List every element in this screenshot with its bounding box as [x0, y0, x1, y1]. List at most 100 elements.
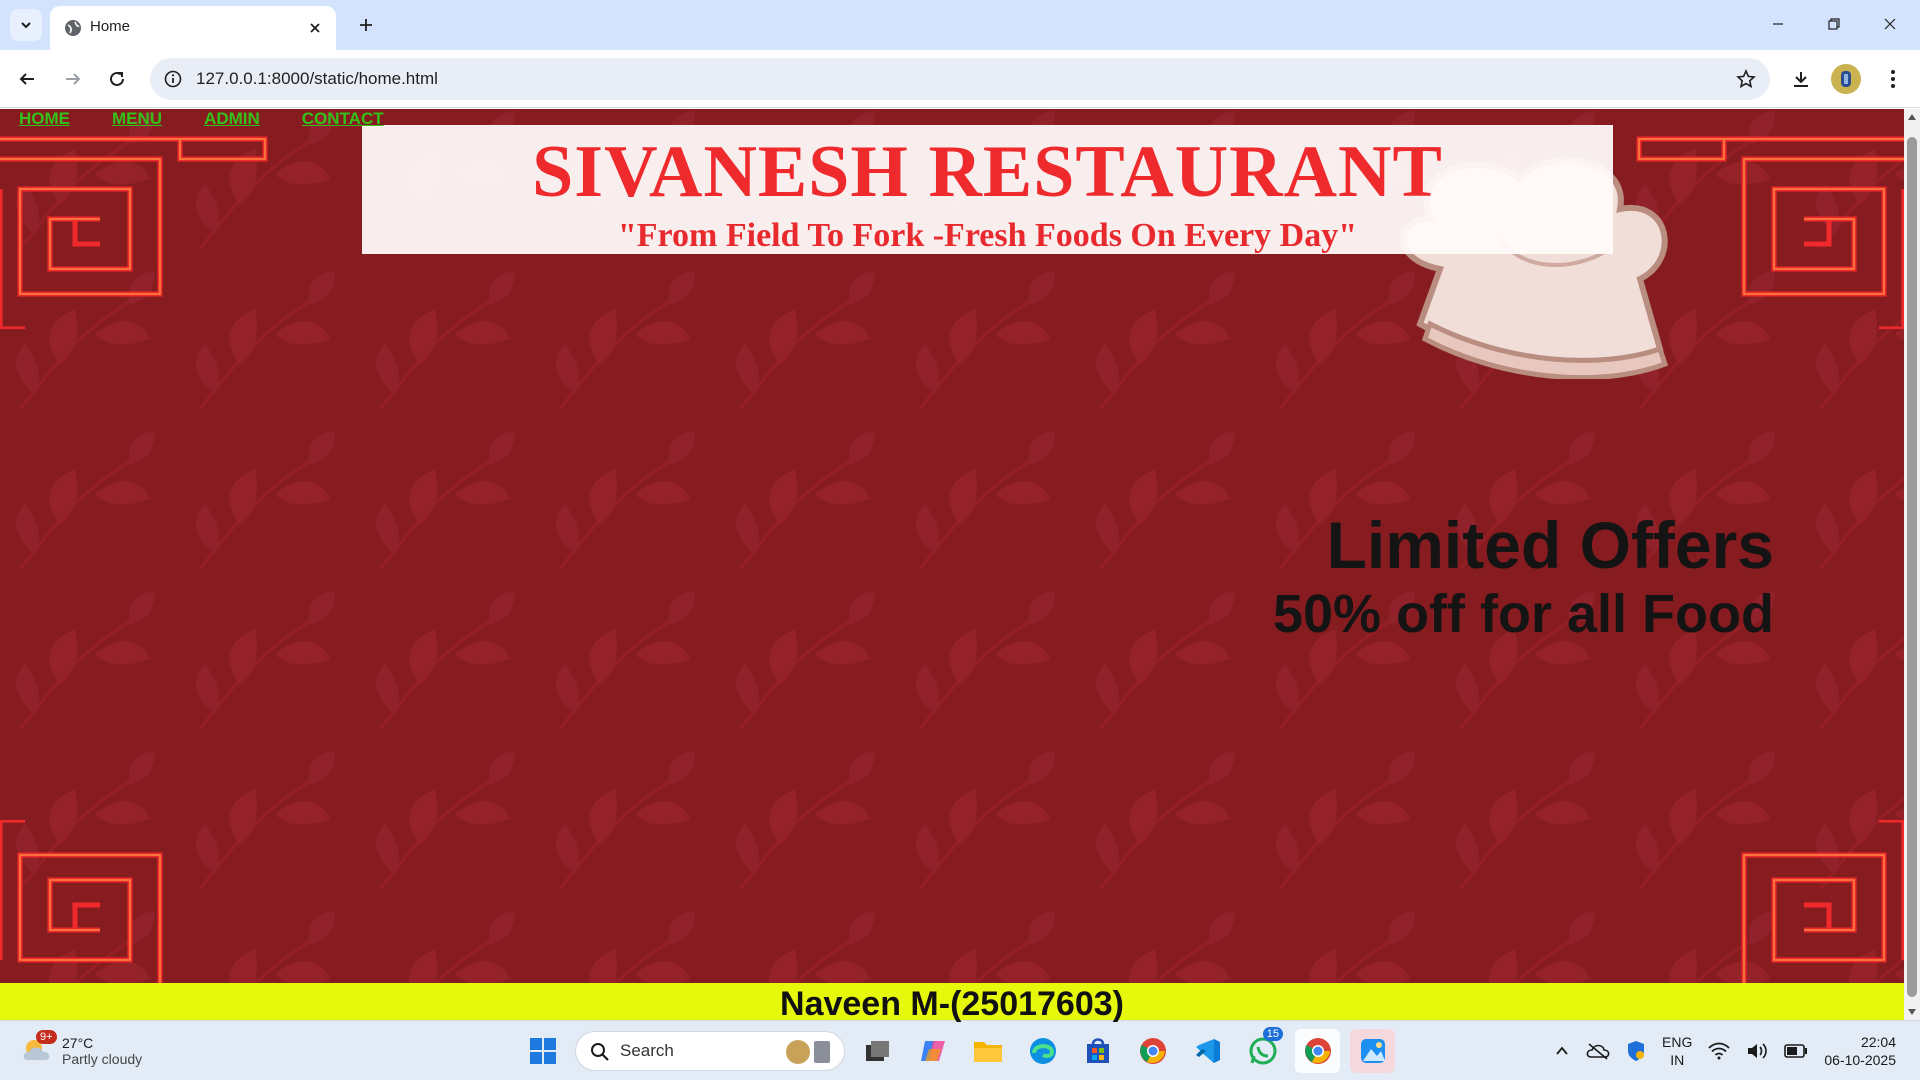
wifi-icon[interactable] [1708, 1042, 1731, 1060]
nav-link-admin[interactable]: ADMIN [204, 109, 260, 129]
nav-link-menu[interactable]: MENU [112, 109, 162, 129]
footer-text: Naveen M-(25017603) [780, 985, 1124, 1023]
battery-icon[interactable] [1784, 1044, 1808, 1058]
weather-condition: Partly cloudy [62, 1051, 143, 1067]
clock[interactable]: 22:04 06-10-2025 [1824, 1033, 1896, 1069]
search-label: Search [620, 1041, 674, 1060]
language-indicator[interactable]: ENG IN [1662, 1033, 1692, 1069]
offer-title: Limited Offers [1326, 508, 1774, 582]
chevron-down-icon [21, 22, 31, 29]
tab-home[interactable]: Home [50, 6, 336, 50]
footer-bar: Naveen M-(25017603) [0, 983, 1904, 1023]
more-vertical-icon [1891, 70, 1895, 88]
browser-toolbar: 127.0.0.1:8000/static/home.html [0, 50, 1920, 108]
close-icon [310, 23, 320, 33]
task-view-icon [865, 1041, 889, 1061]
photos-app[interactable] [1350, 1029, 1395, 1073]
plus-icon [360, 19, 372, 31]
copilot-app[interactable] [910, 1029, 955, 1073]
search-highlight-icon [786, 1040, 830, 1064]
clock-date: 06-10-2025 [1824, 1052, 1896, 1068]
language-code: ENG [1662, 1034, 1693, 1050]
weather-icon-wrap: 9+ [20, 1030, 57, 1068]
chrome-icon [1304, 1038, 1331, 1064]
close-window-button[interactable] [1862, 0, 1918, 48]
info-icon [164, 70, 182, 88]
taskbar-search[interactable]: Search [575, 1031, 845, 1071]
avatar-icon [1841, 71, 1851, 87]
download-icon [1794, 72, 1808, 87]
main-navigation: HOME MENU ADMIN CONTACT [19, 109, 384, 129]
chrome-menu-button[interactable] [1876, 62, 1910, 96]
tab-title: Home [90, 18, 131, 35]
minimize-button[interactable] [1750, 0, 1806, 48]
vscode-app[interactable] [1185, 1029, 1230, 1073]
edge-app[interactable] [1020, 1029, 1065, 1073]
weather-text: 27°C Partly cloudy [62, 1035, 142, 1067]
page-scrollbar[interactable] [1904, 109, 1920, 1020]
scroll-down-arrow-icon[interactable] [1907, 1007, 1917, 1017]
copilot-icon [920, 1041, 945, 1061]
nav-link-contact[interactable]: CONTACT [302, 109, 384, 129]
restaurant-header-banner: SIVANESH RESTAURANT "From Field To Fork … [362, 125, 1613, 254]
chrome-app-active[interactable] [1295, 1029, 1340, 1073]
edge-icon [1029, 1038, 1056, 1064]
chrome-icon [1139, 1038, 1166, 1064]
scrollbar-thumb[interactable] [1907, 137, 1917, 997]
profile-avatar[interactable] [1831, 64, 1861, 94]
new-tab-button[interactable] [350, 9, 382, 41]
security-shield-icon[interactable] [1626, 1040, 1646, 1062]
file-explorer-app[interactable] [965, 1029, 1010, 1073]
onedrive-offline-icon[interactable] [1586, 1042, 1610, 1060]
forward-button[interactable] [56, 62, 90, 96]
chrome-app[interactable] [1130, 1029, 1175, 1073]
offer-section: Limited Offers 50% off for all Food [1273, 509, 1774, 646]
address-bar[interactable]: 127.0.0.1:8000/static/home.html [150, 58, 1770, 100]
region-code: IN [1670, 1052, 1685, 1068]
reload-button[interactable] [100, 62, 134, 96]
scroll-up-arrow-icon[interactable] [1907, 112, 1917, 122]
start-button[interactable] [520, 1029, 565, 1073]
page-viewport: HOME MENU ADMIN CONTACT SIVANESH RESTAUR… [0, 109, 1904, 1020]
whatsapp-badge: 15 [1262, 1027, 1283, 1041]
close-icon [1884, 18, 1896, 30]
reload-icon [110, 71, 124, 86]
restore-icon [1828, 18, 1840, 30]
globe-icon [65, 20, 81, 36]
microsoft-store-app[interactable] [1075, 1029, 1120, 1073]
system-tray: ENG IN 22:04 06-10-2025 [1554, 1029, 1896, 1073]
corner-lattice-top-left [0, 136, 268, 329]
minimize-icon [1773, 23, 1783, 25]
taskbar-apps: Search 15 [520, 1027, 1395, 1073]
task-view-button[interactable] [855, 1029, 900, 1073]
whatsapp-app[interactable]: 15 [1240, 1027, 1285, 1073]
windows-logo-icon [529, 1038, 556, 1064]
browser-tab-strip: Home [0, 0, 1920, 50]
windows-taskbar: 9+ 27°C Partly cloudy Search 15 ENG IN 2… [0, 1020, 1920, 1080]
tab-search-button[interactable] [10, 9, 42, 41]
restaurant-name: SIVANESH RESTAURANT [532, 131, 1443, 213]
url-text[interactable]: 127.0.0.1:8000/static/home.html [196, 69, 438, 89]
weather-temperature: 27°C [62, 1035, 94, 1051]
restore-button[interactable] [1806, 0, 1862, 48]
chevron-up-icon[interactable] [1554, 1043, 1570, 1059]
site-info-button[interactable] [162, 68, 184, 90]
offer-detail: 50% off for all Food [1272, 583, 1774, 644]
star-icon [1736, 69, 1756, 89]
clock-time: 22:04 [1860, 1034, 1896, 1050]
arrow-left-icon [19, 73, 34, 85]
weather-widget[interactable]: 9+ 27°C Partly cloudy [20, 1029, 142, 1073]
downloads-button[interactable] [1784, 62, 1818, 96]
restaurant-tagline: "From Field To Fork -Fresh Foods On Ever… [617, 217, 1358, 254]
vscode-icon [1195, 1039, 1220, 1063]
arrow-right-icon [66, 73, 81, 85]
volume-icon[interactable] [1746, 1042, 1768, 1060]
close-tab-button[interactable] [304, 17, 326, 39]
store-icon [1086, 1038, 1109, 1063]
weather-badge: 9+ [36, 1030, 57, 1044]
search-icon [591, 1043, 609, 1061]
folder-icon [973, 1042, 1002, 1062]
nav-link-home[interactable]: HOME [19, 109, 70, 129]
bookmark-button[interactable] [1734, 67, 1758, 91]
back-button[interactable] [10, 62, 44, 96]
